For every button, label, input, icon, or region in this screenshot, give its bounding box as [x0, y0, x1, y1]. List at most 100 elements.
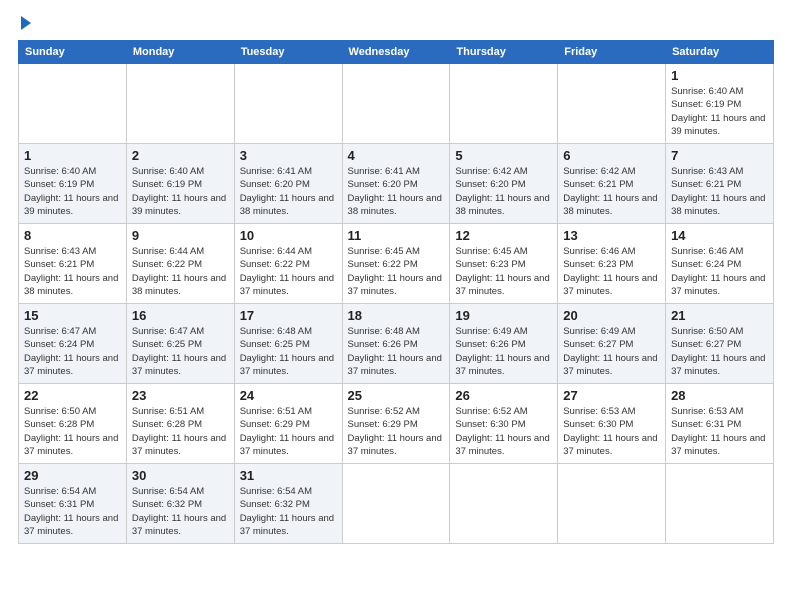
day-number: 9	[132, 228, 229, 243]
day-info: Sunrise: 6:46 AMSunset: 6:23 PMDaylight:…	[563, 245, 660, 298]
calendar-cell: 25 Sunrise: 6:52 AMSunset: 6:29 PMDayligh…	[342, 384, 450, 464]
calendar-cell	[450, 64, 558, 144]
calendar-cell: 24Sunrise: 6:51 AMSunset: 6:29 PMDayligh…	[234, 384, 342, 464]
day-info: Sunrise: 6:42 AMSunset: 6:20 PMDaylight:…	[455, 165, 552, 218]
calendar-cell: 1 Sunrise: 6:40 AMSunset: 6:19 PMDaylight…	[19, 144, 127, 224]
day-info: Sunrise: 6:40 AMSunset: 6:19 PMDaylight:…	[24, 165, 121, 218]
day-number: 20	[563, 308, 660, 323]
calendar-cell: 1 Sunrise: 6:40 AMSunset: 6:19 PMDaylight…	[666, 64, 774, 144]
day-info: Sunrise: 6:41 AMSunset: 6:20 PMDaylight:…	[240, 165, 337, 218]
day-number: 19	[455, 308, 552, 323]
calendar-cell	[666, 464, 774, 544]
day-number: 21	[671, 308, 768, 323]
day-number: 1	[24, 148, 121, 163]
calendar-cell	[126, 64, 234, 144]
calendar-cell: 16 Sunrise: 6:47 AMSunset: 6:25 PMDayligh…	[126, 304, 234, 384]
day-number: 14	[671, 228, 768, 243]
calendar-cell: 9 Sunrise: 6:44 AMSunset: 6:22 PMDaylight…	[126, 224, 234, 304]
day-info: Sunrise: 6:45 AMSunset: 6:23 PMDaylight:…	[455, 245, 552, 298]
calendar-cell: 2Sunrise: 6:40 AMSunset: 6:19 PMDaylight…	[126, 144, 234, 224]
calendar-cell: 23 Sunrise: 6:51 AMSunset: 6:28 PMDayligh…	[126, 384, 234, 464]
calendar-cell: 12 Sunrise: 6:45 AMSunset: 6:23 PMDayligh…	[450, 224, 558, 304]
calendar-week-row: 1 Sunrise: 6:40 AMSunset: 6:19 PMDaylight…	[19, 144, 774, 224]
calendar-week-row: 15 Sunrise: 6:47 AMSunset: 6:24 PMDayligh…	[19, 304, 774, 384]
calendar-cell: 8Sunrise: 6:43 AMSunset: 6:21 PMDaylight…	[19, 224, 127, 304]
calendar-cell: 5 Sunrise: 6:42 AMSunset: 6:20 PMDaylight…	[450, 144, 558, 224]
day-number: 22	[24, 388, 121, 403]
calendar-week-row: 22 Sunrise: 6:50 AMSunset: 6:28 PMDayligh…	[19, 384, 774, 464]
logo	[18, 18, 31, 30]
day-info: Sunrise: 6:50 AMSunset: 6:28 PMDaylight:…	[24, 405, 121, 458]
day-number: 13	[563, 228, 660, 243]
day-info: Sunrise: 6:53 AMSunset: 6:31 PMDaylight:…	[671, 405, 768, 458]
day-number: 15	[24, 308, 121, 323]
day-info: Sunrise: 6:54 AMSunset: 6:32 PMDaylight:…	[240, 485, 337, 538]
calendar-cell: 11 Sunrise: 6:45 AMSunset: 6:22 PMDayligh…	[342, 224, 450, 304]
day-number: 24	[240, 388, 337, 403]
day-of-week-header: Saturday	[666, 41, 774, 64]
calendar-cell: 31 Sunrise: 6:54 AMSunset: 6:32 PMDayligh…	[234, 464, 342, 544]
calendar-cell	[450, 464, 558, 544]
page: SundayMondayTuesdayWednesdayThursdayFrid…	[0, 0, 792, 612]
calendar-cell: 4 Sunrise: 6:41 AMSunset: 6:20 PMDaylight…	[342, 144, 450, 224]
day-number: 18	[348, 308, 445, 323]
day-info: Sunrise: 6:44 AMSunset: 6:22 PMDaylight:…	[132, 245, 229, 298]
calendar-cell: 7Sunrise: 6:43 AMSunset: 6:21 PMDaylight…	[666, 144, 774, 224]
calendar-cell: 6Sunrise: 6:42 AMSunset: 6:21 PMDaylight…	[558, 144, 666, 224]
day-number: 2	[132, 148, 229, 163]
logo-arrow-icon	[21, 16, 31, 30]
day-info: Sunrise: 6:43 AMSunset: 6:21 PMDaylight:…	[24, 245, 121, 298]
day-info: Sunrise: 6:40 AMSunset: 6:19 PMDaylight:…	[671, 85, 768, 138]
day-info: Sunrise: 6:49 AMSunset: 6:27 PMDaylight:…	[563, 325, 660, 378]
day-number: 5	[455, 148, 552, 163]
day-info: Sunrise: 6:47 AMSunset: 6:25 PMDaylight:…	[132, 325, 229, 378]
calendar-week-row: 29 Sunrise: 6:54 AMSunset: 6:31 PMDayligh…	[19, 464, 774, 544]
day-number: 27	[563, 388, 660, 403]
calendar-cell	[342, 64, 450, 144]
calendar-cell: 17Sunrise: 6:48 AMSunset: 6:25 PMDayligh…	[234, 304, 342, 384]
day-of-week-header: Sunday	[19, 41, 127, 64]
day-number: 29	[24, 468, 121, 483]
calendar-header-row: SundayMondayTuesdayWednesdayThursdayFrid…	[19, 41, 774, 64]
day-info: Sunrise: 6:52 AMSunset: 6:30 PMDaylight:…	[455, 405, 552, 458]
calendar-body: 1 Sunrise: 6:40 AMSunset: 6:19 PMDaylight…	[19, 64, 774, 544]
day-info: Sunrise: 6:42 AMSunset: 6:21 PMDaylight:…	[563, 165, 660, 218]
day-info: Sunrise: 6:41 AMSunset: 6:20 PMDaylight:…	[348, 165, 445, 218]
day-number: 12	[455, 228, 552, 243]
calendar-cell	[342, 464, 450, 544]
day-info: Sunrise: 6:45 AMSunset: 6:22 PMDaylight:…	[348, 245, 445, 298]
calendar-cell: 3Sunrise: 6:41 AMSunset: 6:20 PMDaylight…	[234, 144, 342, 224]
day-number: 30	[132, 468, 229, 483]
day-info: Sunrise: 6:50 AMSunset: 6:27 PMDaylight:…	[671, 325, 768, 378]
day-number: 1	[671, 68, 768, 83]
day-info: Sunrise: 6:54 AMSunset: 6:32 PMDaylight:…	[132, 485, 229, 538]
day-info: Sunrise: 6:54 AMSunset: 6:31 PMDaylight:…	[24, 485, 121, 538]
calendar-table: SundayMondayTuesdayWednesdayThursdayFrid…	[18, 40, 774, 544]
day-number: 4	[348, 148, 445, 163]
day-number: 23	[132, 388, 229, 403]
calendar-cell: 15 Sunrise: 6:47 AMSunset: 6:24 PMDayligh…	[19, 304, 127, 384]
day-info: Sunrise: 6:44 AMSunset: 6:22 PMDaylight:…	[240, 245, 337, 298]
calendar-cell: 21 Sunrise: 6:50 AMSunset: 6:27 PMDayligh…	[666, 304, 774, 384]
calendar-cell: 28Sunrise: 6:53 AMSunset: 6:31 PMDayligh…	[666, 384, 774, 464]
day-number: 11	[348, 228, 445, 243]
calendar-cell: 13 Sunrise: 6:46 AMSunset: 6:23 PMDayligh…	[558, 224, 666, 304]
day-info: Sunrise: 6:47 AMSunset: 6:24 PMDaylight:…	[24, 325, 121, 378]
day-number: 16	[132, 308, 229, 323]
day-info: Sunrise: 6:46 AMSunset: 6:24 PMDaylight:…	[671, 245, 768, 298]
day-of-week-header: Tuesday	[234, 41, 342, 64]
day-info: Sunrise: 6:43 AMSunset: 6:21 PMDaylight:…	[671, 165, 768, 218]
calendar-cell	[234, 64, 342, 144]
calendar-cell: 19Sunrise: 6:49 AMSunset: 6:26 PMDayligh…	[450, 304, 558, 384]
calendar-cell: 10Sunrise: 6:44 AMSunset: 6:22 PMDayligh…	[234, 224, 342, 304]
day-number: 25	[348, 388, 445, 403]
day-info: Sunrise: 6:48 AMSunset: 6:26 PMDaylight:…	[348, 325, 445, 378]
calendar-week-row: 1 Sunrise: 6:40 AMSunset: 6:19 PMDaylight…	[19, 64, 774, 144]
calendar-cell	[19, 64, 127, 144]
day-info: Sunrise: 6:52 AMSunset: 6:29 PMDaylight:…	[348, 405, 445, 458]
day-number: 31	[240, 468, 337, 483]
day-info: Sunrise: 6:53 AMSunset: 6:30 PMDaylight:…	[563, 405, 660, 458]
day-info: Sunrise: 6:51 AMSunset: 6:28 PMDaylight:…	[132, 405, 229, 458]
day-of-week-header: Wednesday	[342, 41, 450, 64]
day-of-week-header: Friday	[558, 41, 666, 64]
